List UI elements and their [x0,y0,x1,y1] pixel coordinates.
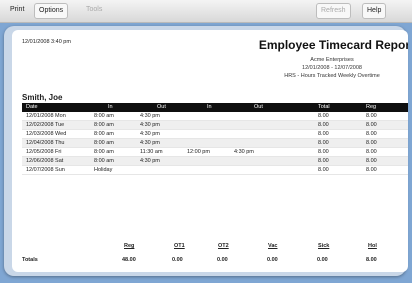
table-header: Date In Out In Out Total Reg [22,103,408,112]
total-cell: 8.00 [318,131,329,137]
in-cell: 8:00 am [94,158,114,164]
toolbar: Print Options Tools Refresh Help [0,0,412,23]
company-name: Acme Enterprises [310,57,354,63]
print-button[interactable]: Print [6,3,28,17]
reg-cell: 8.00 [366,149,377,155]
in-cell: 8:00 am [94,149,114,155]
report-filter: HRS - Hours Tracked Weekly Overtime [284,73,380,79]
summary-header-ot2: OT2 [218,243,229,249]
column-header: In [207,104,212,110]
out-cell: 4:30 pm [140,113,160,119]
summary-header-hol: Hol [368,243,377,249]
out-cell: 4:30 pm [140,158,160,164]
date-cell: 12/05/2008 Fri [26,149,62,155]
date-cell: 12/01/2008 Mon [26,113,66,119]
summary-value-reg: 48.00 [122,257,136,263]
summary-value-sick: 0.00 [317,257,328,263]
reg-cell: 8.00 [366,113,377,119]
summary-header-sick: Sick [318,243,330,249]
date-cell: 12/04/2008 Thu [26,140,65,146]
total-cell: 8.00 [318,113,329,119]
date-cell: 12/06/2008 Sat [26,158,64,164]
total-cell: 8.00 [318,158,329,164]
in-cell: Holiday [94,167,113,173]
report-timestamp: 12/01/2008 3:40 pm [22,39,71,45]
in-cell: 8:00 am [94,131,114,137]
date-cell: 12/02/2008 Tue [26,122,65,128]
out-cell: 4:30 pm [140,140,160,146]
in-cell: 8:00 am [94,122,114,128]
summary-header-vac: Vac [268,243,278,249]
reg-cell: 8.00 [366,167,377,173]
out-cell: 11:30 am [140,149,163,155]
column-header: Out [157,104,166,110]
totals-label: Totals [22,257,38,263]
in-cell: 8:00 am [94,140,114,146]
tools-button[interactable]: Tools [82,3,106,17]
total-cell: 8.00 [318,140,329,146]
total-cell: 8.00 [318,149,329,155]
toolbar-field-2[interactable] [210,3,220,17]
table-row: 12/07/2008 Sun Holiday 8.00 8.00 [22,166,408,175]
employee-name: Smith, Joe [22,93,63,102]
summary-value-ot2: 0.00 [217,257,228,263]
total-cell: 8.00 [318,122,329,128]
table-row: 12/03/2008 Wed 8:00 am 4:30 pm 8.00 8.00 [22,130,408,139]
summary-value-ot1: 0.00 [172,257,183,263]
date-cell: 12/03/2008 Wed [26,131,67,137]
table-row: 12/05/2008 Fri 8:00 am 11:30 am 12:00 pm… [22,148,408,157]
report-page: 12/01/2008 3:40 pm Employee Timecard Rep… [12,30,408,272]
summary-header-reg: Reg [124,243,135,249]
column-header: Date [26,104,38,110]
out-cell: 4:30 pm [140,122,160,128]
table-row: 12/04/2008 Thu 8:00 am 4:30 pm 8.00 8.00 [22,139,408,148]
reg-cell: 8.00 [366,158,377,164]
column-header: In [108,104,113,110]
timecard-table: Date In Out In Out Total Reg 12/01/2008 … [22,103,408,175]
out-cell: 4:30 pm [140,131,160,137]
column-header: Total [318,104,330,110]
reg-cell: 8.00 [366,131,377,137]
table-row: 12/06/2008 Sat 8:00 am 4:30 pm 8.00 8.00 [22,157,408,166]
refresh-button[interactable]: Refresh [316,3,351,19]
reg-cell: 8.00 [366,122,377,128]
summary-header-ot1: OT1 [174,243,185,249]
toolbar-field[interactable] [162,3,172,17]
report-title: Employee Timecard Report [258,38,408,52]
date-cell: 12/07/2008 Sun [26,167,65,173]
table-row: 12/02/2008 Tue 8:00 am 4:30 pm 8.00 8.00 [22,121,408,130]
date-range: 12/01/2008 - 12/07/2008 [302,65,362,71]
column-header: Out [254,104,263,110]
summary-value-hol: 8.00 [366,257,377,263]
options-button[interactable]: Options [34,3,69,19]
column-header: Reg [366,104,377,110]
in2-cell: 12:00 pm [187,149,210,155]
out2-cell: 4:30 pm [234,149,254,155]
in-cell: 8:00 am [94,113,114,119]
help-button[interactable]: Help [362,3,387,19]
total-cell: 8.00 [318,167,329,173]
reg-cell: 8.00 [366,140,377,146]
table-row: 12/01/2008 Mon 8:00 am 4:30 pm 8.00 8.00 [22,112,408,121]
summary-value-vac: 0.00 [267,257,278,263]
